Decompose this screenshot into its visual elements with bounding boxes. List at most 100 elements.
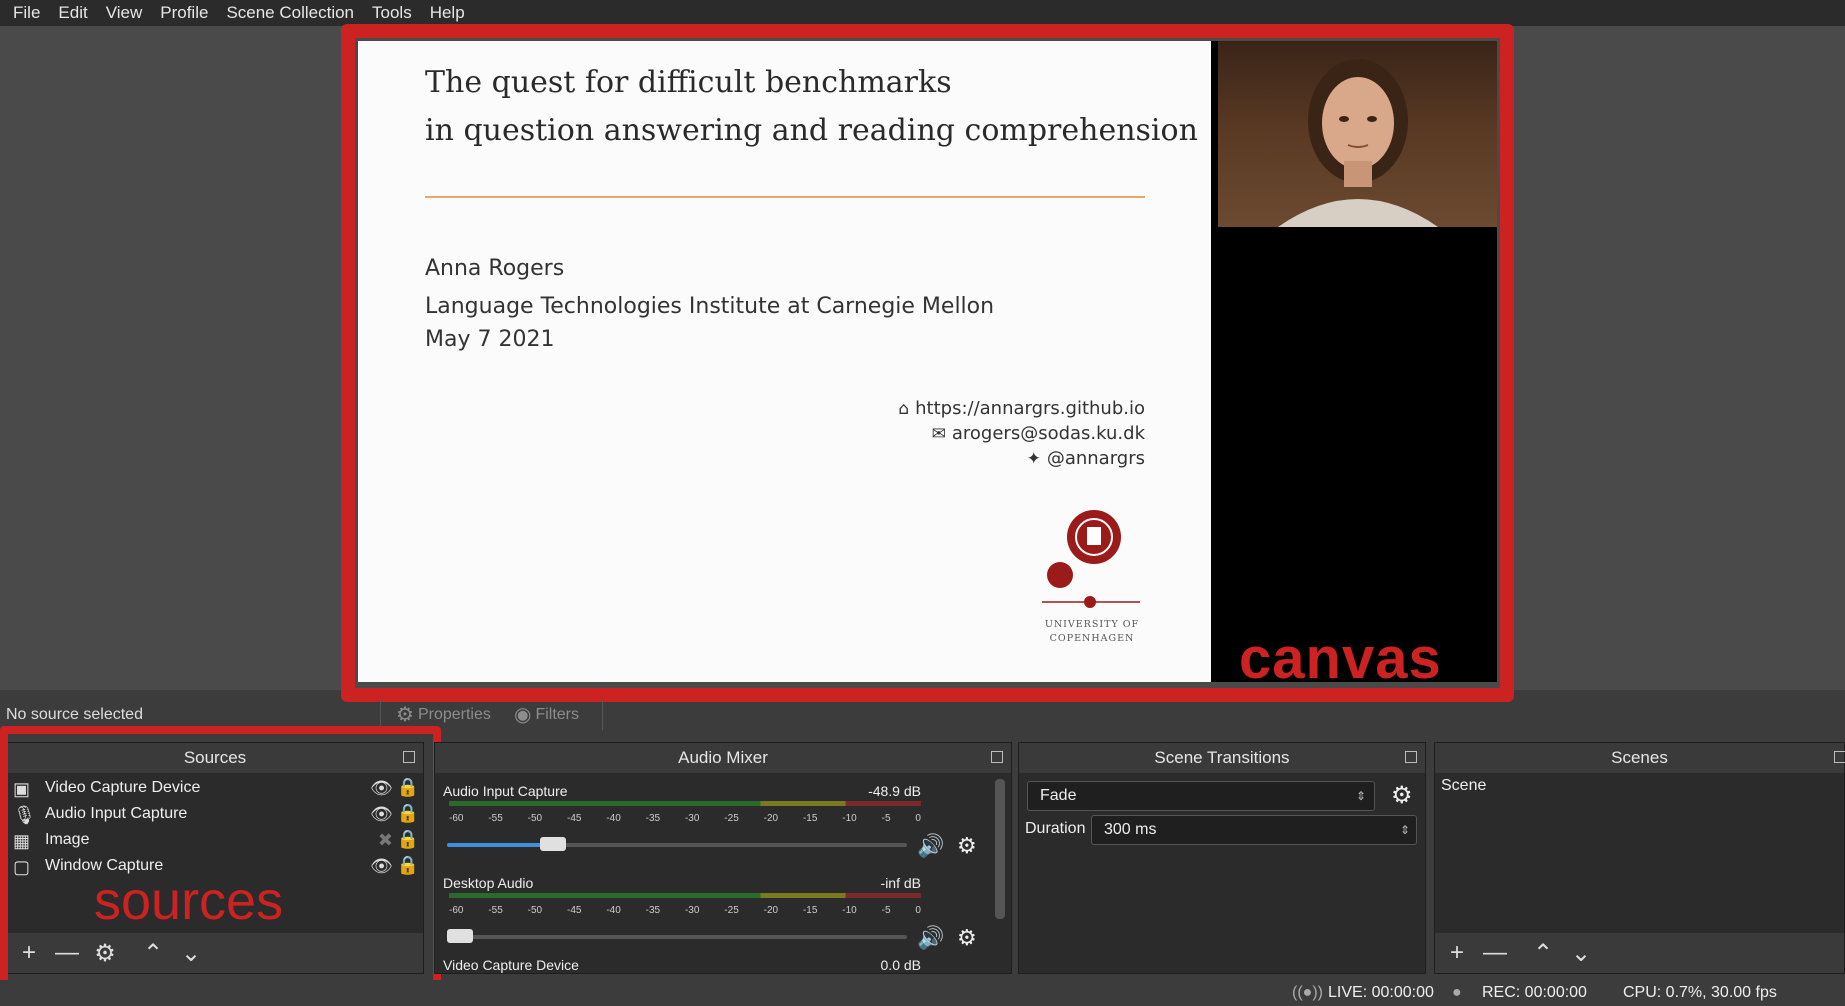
menu-help[interactable]: Help <box>421 0 474 26</box>
scene-transitions-dock: Scene Transitions Fade ⇕ ⚙ Duration 300 … <box>1018 742 1426 974</box>
volume-slider-fill <box>447 843 552 847</box>
tick-label: -55 <box>488 813 503 824</box>
tick-label: -35 <box>645 905 661 916</box>
tick-label: -30 <box>684 905 700 916</box>
channel-name: Desktop Audio <box>443 875 534 891</box>
add-scene-button[interactable]: + <box>1445 939 1469 967</box>
canvas-highlight-frame <box>341 24 1514 702</box>
move-down-button[interactable]: ⌄ <box>1569 939 1593 968</box>
tick-label: -25 <box>724 905 739 916</box>
audio-mixer-title: Audio Mixer <box>435 743 1011 773</box>
menu-edit[interactable]: Edit <box>49 0 96 26</box>
tick-label: 0 <box>915 905 921 916</box>
undock-icon[interactable] <box>991 751 1003 763</box>
channel-name: Video Capture Device <box>443 957 579 973</box>
status-bar: ((●)) LIVE: 00:00:00 ● REC: 00:00:00 CPU… <box>0 980 1845 1006</box>
duration-input[interactable]: 300 ms ⇕ <box>1091 815 1417 845</box>
filters-button[interactable]: ◉ Filters <box>514 702 579 727</box>
scenes-dock: Scenes Scene + — ⌃ ⌄ <box>1434 742 1845 974</box>
tick-label: -5 <box>881 813 891 824</box>
tick-label: -20 <box>763 813 779 824</box>
mixer-scrollbar[interactable] <box>995 779 1005 919</box>
properties-label: Properties <box>417 705 491 723</box>
gear-icon[interactable]: ⚙ <box>957 833 977 859</box>
properties-button[interactable]: ⚙ Properties <box>396 702 491 727</box>
meter-ticks: -60 -55 -50 -45 -40 -35 -30 -25 -20 -15 -10 -5 0 <box>449 813 921 824</box>
scene-item[interactable]: Scene <box>1435 773 1844 799</box>
tick-label: -25 <box>724 813 739 824</box>
menu-tools[interactable]: Tools <box>363 0 421 26</box>
speaker-icon[interactable]: 🔊 <box>917 925 944 951</box>
filter-icon: ◉ <box>514 704 532 726</box>
tick-label: -15 <box>802 905 818 916</box>
tick-label: -40 <box>606 905 621 916</box>
menu-view[interactable]: View <box>97 0 152 26</box>
volume-slider-knob[interactable] <box>447 929 473 943</box>
toolbar-divider-right <box>602 700 603 730</box>
mixer-channel: Audio Input Capture -48.9 dB -60 -55 -50 -4… <box>443 783 977 858</box>
tick-label: -30 <box>684 813 700 824</box>
volume-slider[interactable] <box>447 929 907 943</box>
duration-label: Duration <box>1025 820 1086 837</box>
scenes-title: Scenes <box>1435 743 1845 773</box>
tick-label: -20 <box>763 905 779 916</box>
transition-selected: Fade <box>1040 787 1077 804</box>
channel-name: Audio Input Capture <box>443 783 568 799</box>
sources-highlight-frame <box>0 726 441 1006</box>
scenes-footer: + — ⌃ ⌄ <box>1435 933 1844 973</box>
cpu-status: CPU: 0.7%, 30.00 fps <box>1623 984 1777 1001</box>
sources-annotation-label: sources <box>94 871 284 931</box>
spinner-icon: ⇕ <box>1355 789 1366 803</box>
tick-label: -35 <box>645 813 661 824</box>
no-source-label: No source selected <box>6 706 143 723</box>
undock-icon[interactable] <box>1405 751 1417 763</box>
tick-label: -10 <box>842 813 857 824</box>
scenes-title-text: Scenes <box>1611 748 1668 767</box>
audio-mixer-title-text: Audio Mixer <box>678 748 768 767</box>
broadcast-icon: ((●)) <box>1292 984 1323 1001</box>
tick-label: -10 <box>842 905 857 916</box>
live-status: LIVE: 00:00:00 <box>1328 984 1434 1001</box>
channel-db: -48.9 dB <box>868 783 921 799</box>
canvas-annotation-label: canvas <box>1239 626 1442 691</box>
gear-icon: ⚙ <box>396 704 414 726</box>
gear-icon[interactable]: ⚙ <box>957 925 977 951</box>
menu-file[interactable]: File <box>4 0 49 26</box>
filters-label: Filters <box>535 705 580 723</box>
volume-meter <box>449 893 921 898</box>
tick-label: -15 <box>802 813 818 824</box>
volume-meter <box>449 801 921 806</box>
meter-ticks: -60 -55 -50 -45 -40 -35 -30 -25 -20 -15 -10 -5 0 <box>449 905 921 916</box>
menu-bar: File Edit View Profile Scene Collection … <box>0 0 1845 26</box>
record-icon: ● <box>1452 984 1462 1001</box>
menu-profile[interactable]: Profile <box>151 0 217 26</box>
tick-label: -5 <box>881 905 891 916</box>
mixer-channel: Desktop Audio -inf dB -60 -55 -50 -45 -40 -35… <box>443 875 977 950</box>
tick-label: -60 <box>449 905 464 916</box>
scene-transitions-title: Scene Transitions <box>1019 743 1425 773</box>
channel-db: -inf dB <box>880 875 921 891</box>
transition-select[interactable]: Fade ⇕ <box>1027 781 1375 811</box>
mixer-channel: Video Capture Device 0.0 dB <box>443 957 921 975</box>
spinner-icon[interactable]: ⇕ <box>1400 816 1410 844</box>
tick-label: -40 <box>606 813 621 824</box>
volume-slider-knob[interactable] <box>540 837 566 851</box>
channel-db: 0.0 dB <box>880 957 921 973</box>
menu-scene-collection[interactable]: Scene Collection <box>217 0 363 26</box>
audio-mixer-dock: Audio Mixer Audio Input Capture -48.9 dB… <box>434 742 1012 974</box>
gear-icon[interactable]: ⚙ <box>1391 781 1413 810</box>
tick-label: -50 <box>527 905 543 916</box>
rec-status: REC: 00:00:00 <box>1482 984 1587 1001</box>
tick-label: -45 <box>566 905 582 916</box>
remove-scene-button[interactable]: — <box>1483 939 1507 967</box>
tick-label: 0 <box>915 813 921 824</box>
volume-slider[interactable] <box>447 837 907 851</box>
tick-label: -50 <box>527 813 543 824</box>
speaker-icon[interactable]: 🔊 <box>917 833 944 859</box>
tick-label: -45 <box>566 813 582 824</box>
tick-label: -60 <box>449 813 464 824</box>
duration-value: 300 ms <box>1104 821 1157 838</box>
move-up-button[interactable]: ⌃ <box>1531 939 1555 968</box>
undock-icon[interactable] <box>1834 751 1845 763</box>
tick-label: -55 <box>488 905 503 916</box>
